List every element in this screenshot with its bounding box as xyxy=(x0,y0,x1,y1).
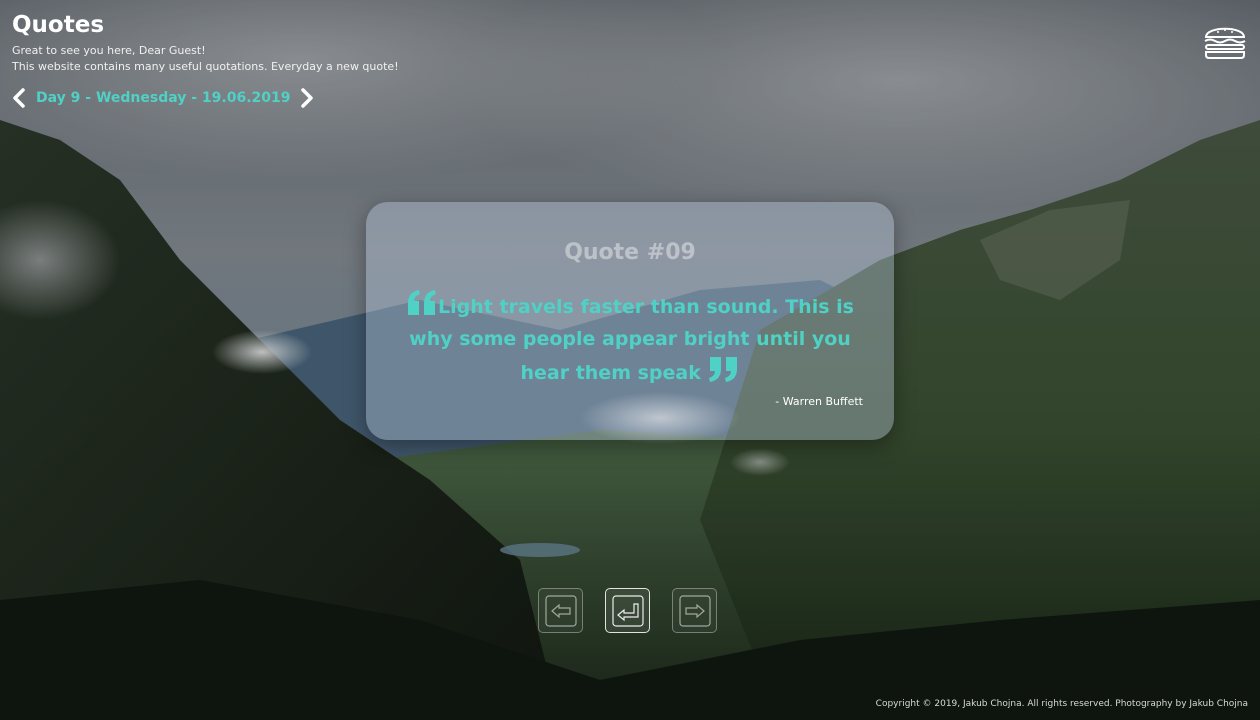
arrow-left-key-icon xyxy=(544,594,577,627)
chevron-right-icon[interactable] xyxy=(300,88,314,108)
quote-number: Quote #09 xyxy=(564,240,696,265)
enter-key-icon xyxy=(611,594,644,627)
keyboard-controls xyxy=(538,588,717,633)
footer-copyright: Copyright © 2019, Jakub Chojna. All righ… xyxy=(875,699,1248,709)
previous-quote-button[interactable] xyxy=(538,588,583,633)
hamburger-icon[interactable] xyxy=(1202,20,1248,60)
day-label: Day 9 - Wednesday - 19.06.2019 xyxy=(36,90,291,106)
site-header: Quotes Great to see you here, Dear Guest… xyxy=(12,10,399,75)
quote-author: - Warren Buffett xyxy=(775,395,863,408)
quote-open-icon xyxy=(408,290,437,315)
arrow-right-key-icon xyxy=(678,594,711,627)
current-quote-button[interactable] xyxy=(605,588,650,633)
subtitle-text: This website contains many useful quotat… xyxy=(12,60,399,73)
day-navigation: Day 9 - Wednesday - 19.06.2019 xyxy=(12,88,314,108)
quote-text: Light travels faster than sound. This is… xyxy=(409,296,854,384)
greeting-text: Great to see you here, Dear Guest! xyxy=(12,44,206,57)
app-title: Quotes xyxy=(12,12,105,38)
quote-close-icon xyxy=(708,357,737,382)
next-quote-button[interactable] xyxy=(672,588,717,633)
quote-body: Light travels faster than sound. This is… xyxy=(396,289,864,389)
quote-card: Quote #09 Light travels faster than soun… xyxy=(366,202,894,440)
chevron-left-icon[interactable] xyxy=(12,88,26,108)
